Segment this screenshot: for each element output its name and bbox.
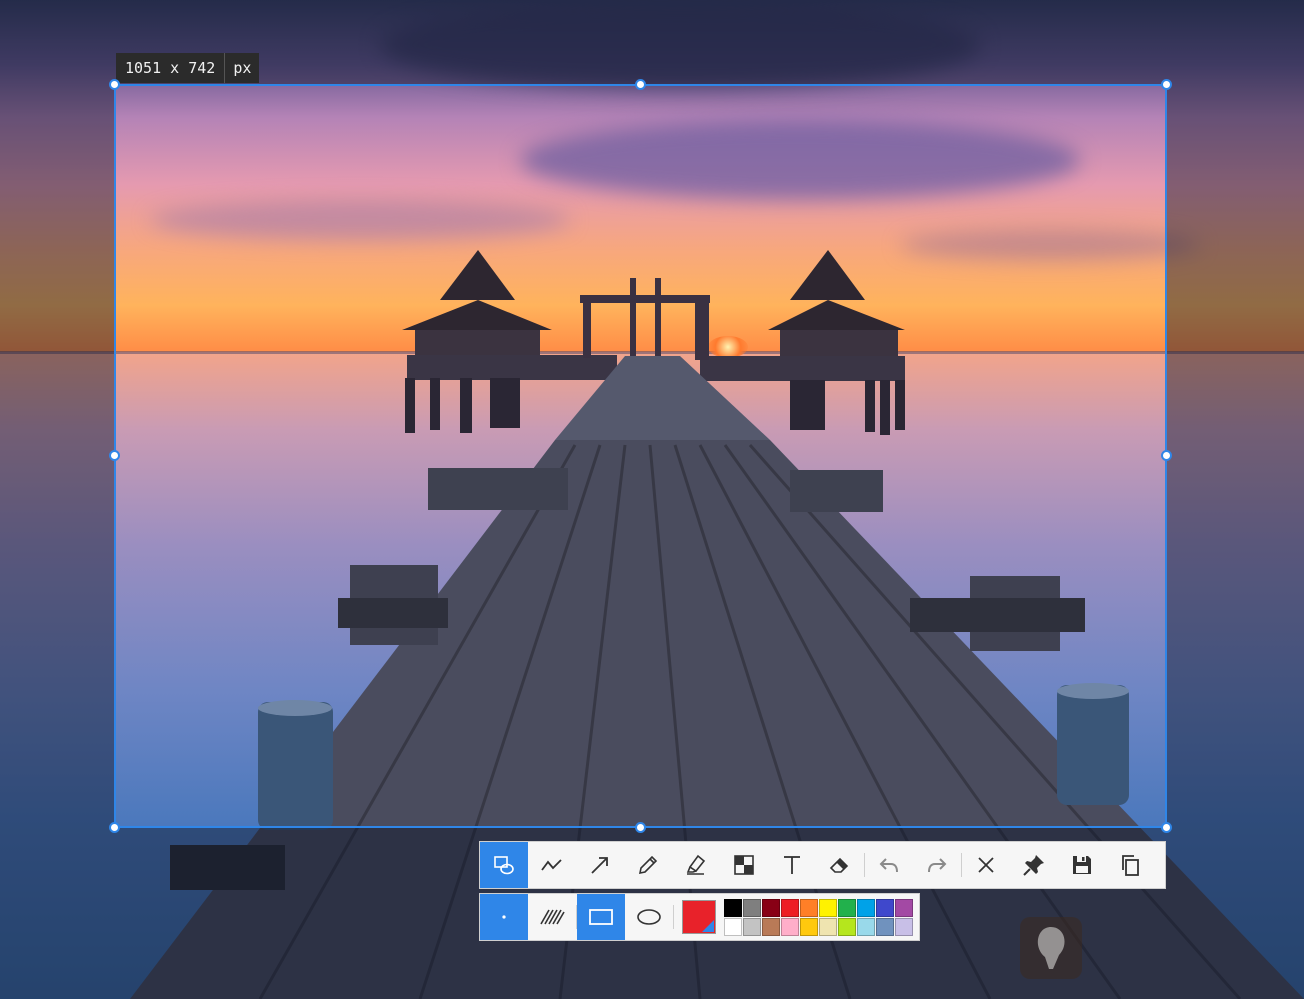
resize-handle-bottom[interactable]: [635, 822, 646, 833]
stroke-size-option[interactable]: [480, 894, 528, 940]
resize-handle-top-right[interactable]: [1161, 79, 1172, 90]
pencil-icon: [638, 855, 658, 875]
eraser-tool[interactable]: [816, 842, 864, 888]
selection-unit[interactable]: px: [224, 53, 259, 83]
hatch-icon: [540, 909, 565, 925]
resize-handle-top[interactable]: [635, 79, 646, 90]
color-palette: [724, 898, 913, 936]
ellipse-shape-option[interactable]: [625, 894, 673, 940]
shape-icon: [494, 856, 514, 875]
undo-icon: [879, 858, 898, 873]
color-swatch[interactable]: [838, 917, 856, 936]
color-swatch[interactable]: [857, 898, 875, 917]
redo-button[interactable]: [913, 842, 961, 888]
dot-icon: [502, 915, 506, 919]
color-swatch[interactable]: [838, 898, 856, 917]
color-swatch[interactable]: [895, 917, 913, 936]
text-tool[interactable]: [768, 842, 816, 888]
color-swatch[interactable]: [876, 917, 894, 936]
color-swatch[interactable]: [800, 917, 818, 936]
resize-handle-left[interactable]: [109, 450, 120, 461]
selection-dimensions: 1051 x 742: [125, 59, 216, 77]
color-swatch[interactable]: [762, 917, 780, 936]
cancel-button[interactable]: [962, 842, 1010, 888]
site-watermark: [1020, 913, 1290, 983]
dim-overlay-right: [1167, 84, 1304, 828]
save-icon: [1073, 856, 1091, 874]
copy-icon: [1122, 855, 1139, 876]
color-swatch[interactable]: [724, 898, 742, 917]
color-swatch[interactable]: [800, 898, 818, 917]
close-icon: [978, 857, 994, 873]
arrow-tool[interactable]: [576, 842, 624, 888]
resize-handle-right[interactable]: [1161, 450, 1172, 461]
undo-button[interactable]: [865, 842, 913, 888]
color-swatch[interactable]: [781, 898, 799, 917]
color-swatch[interactable]: [743, 898, 761, 917]
color-picker-corner-icon: [702, 920, 714, 932]
color-swatch[interactable]: [857, 917, 875, 936]
color-swatch[interactable]: [724, 917, 742, 936]
color-swatch[interactable]: [876, 898, 894, 917]
copy-button[interactable]: [1106, 842, 1154, 888]
color-swatch[interactable]: [819, 917, 837, 936]
save-button[interactable]: [1058, 842, 1106, 888]
color-swatch[interactable]: [781, 917, 799, 936]
shape-tool[interactable]: [480, 842, 528, 888]
shape-options-bar: [479, 893, 920, 941]
arrow-icon: [591, 857, 608, 874]
eraser-icon: [829, 857, 849, 873]
capture-selection-rectangle[interactable]: [114, 84, 1167, 828]
highlighter-icon: [686, 854, 706, 875]
color-swatch[interactable]: [895, 898, 913, 917]
annotation-toolbar: [479, 841, 1166, 889]
color-swatch[interactable]: [819, 898, 837, 917]
resize-handle-top-left[interactable]: [109, 79, 120, 90]
mosaic-icon: [734, 855, 754, 875]
options-separator: [673, 905, 674, 929]
resize-handle-bottom-right[interactable]: [1161, 822, 1172, 833]
text-icon: [784, 856, 800, 874]
pin-button[interactable]: [1010, 842, 1058, 888]
pin-icon: [1023, 855, 1044, 876]
rectangle-icon: [589, 909, 613, 925]
rectangle-shape-option[interactable]: [577, 894, 625, 940]
watermark-logo: [1020, 917, 1082, 979]
mosaic-tool[interactable]: [720, 842, 768, 888]
polyline-icon: [541, 859, 562, 871]
resize-handle-bottom-left[interactable]: [109, 822, 120, 833]
marker-tool[interactable]: [672, 842, 720, 888]
selection-size-label: 1051 x 742 px: [116, 53, 260, 83]
pencil-tool[interactable]: [624, 842, 672, 888]
color-swatch[interactable]: [762, 898, 780, 917]
line-tool[interactable]: [528, 842, 576, 888]
fill-pattern-option[interactable]: [528, 894, 576, 940]
redo-icon: [928, 858, 947, 873]
color-swatch[interactable]: [743, 917, 761, 936]
dim-overlay-left: [0, 84, 114, 828]
ellipse-icon: [637, 909, 661, 925]
current-color-picker[interactable]: [682, 900, 716, 934]
